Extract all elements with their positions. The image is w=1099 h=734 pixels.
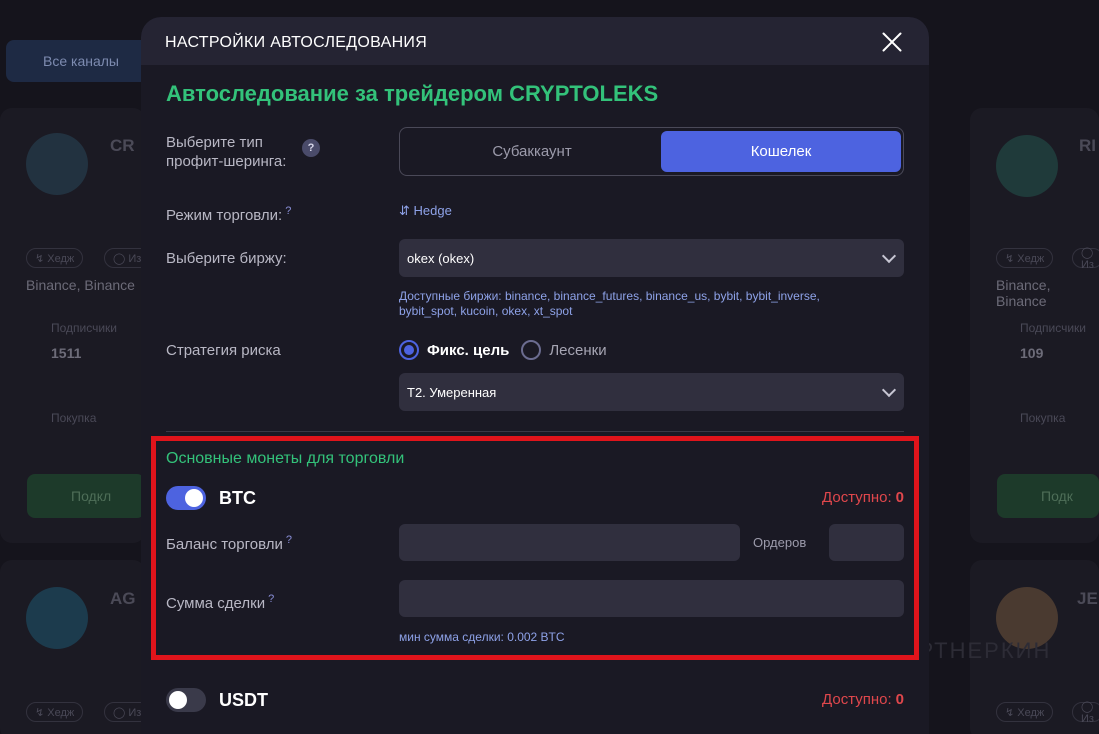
available-exchanges-text: Доступные биржи: binance, binance_future… [399,289,820,318]
close-icon[interactable] [881,31,903,53]
btc-available: Доступно: 0 [822,489,904,506]
usdt-available: Доступно: 0 [822,691,904,708]
min-deal-sum-text: мин сумма сделки: 0.002 BTC [399,630,565,644]
orders-label: Ордеров [753,535,807,550]
option-wallet[interactable]: Кошелек [661,131,901,172]
subscribers-value: 1511 [51,345,82,361]
risk-level-select-value: T2. Умеренная [407,384,497,400]
balance-input[interactable] [399,524,740,561]
avatar [996,135,1058,197]
profit-sharing-label-line2: профит-шеринга: [166,153,287,170]
trader-name: AG [110,589,136,608]
trader-name: CR [110,136,135,155]
radio-ladders-label[interactable]: Лесенки [549,342,606,359]
help-icon[interactable]: ? [268,593,274,605]
isolated-chip: ◯ Из [1072,247,1099,271]
btc-available-value: 0 [895,489,904,506]
trader-name: RI [1079,136,1096,155]
usdt-available-value: 0 [895,691,904,708]
coin-row-btc: BTC [166,486,256,510]
trading-mode-value: ⇵ Hedge [399,203,452,218]
exchanges-text: Binance, Binance [26,277,135,293]
hedge-chip: ↯ Хедж [996,248,1054,268]
trading-mode-label-text: Режим торговли: [166,207,283,224]
help-icon[interactable]: ? [302,139,320,157]
exchange-select-value: okex (okex) [407,250,475,266]
radio-fixed-target[interactable] [399,340,419,360]
hedge-chip: ↯ Хедж [26,248,84,268]
coin-row-usdt: USDT [166,688,268,712]
profit-sharing-label-line1: Выберите тип [166,134,263,151]
autofollow-settings-modal: НАСТРОЙКИ АВТОСЛЕДОВАНИЯ Автоследование … [141,17,929,734]
option-subaccount[interactable]: Субаккаунт [412,131,652,172]
balance-label: Баланс торговли? [166,531,292,554]
deal-sum-input[interactable] [399,580,904,617]
toggle-knob [169,691,187,709]
help-icon[interactable]: ? [286,534,292,546]
buy-label: Покупка [51,411,97,425]
radio-fixed-target-label[interactable]: Фикс. цель [427,342,509,359]
subscribers-label: Подписчики [51,321,118,335]
connect-button[interactable]: Подк [997,474,1099,518]
deal-sum-label-text: Сумма сделки [166,595,266,612]
divider [166,431,904,432]
balance-label-text: Баланс торговли [166,536,283,553]
help-icon[interactable]: ? [285,205,291,217]
trader-name: JE [1077,589,1098,608]
hedge-chip: ↯ Хедж [996,702,1054,722]
subscribers-label: Подписчики [1020,321,1087,335]
hedge-chip: ↯ Хедж [26,702,84,722]
avatar [26,587,88,649]
main-coins-title: Основные монеты для торговли [166,450,405,467]
usdt-toggle[interactable] [166,688,206,712]
subscribers-value: 109 [1020,345,1044,361]
exchange-label: Выберите биржу: [166,250,287,267]
deal-sum-label: Сумма сделки? [166,590,274,613]
exchange-select[interactable]: okex (okex) [399,239,904,277]
trading-mode-label: Режим торговли:? [166,202,291,225]
profit-sharing-label: Выберите тип профит-шеринга: [166,133,286,171]
usdt-available-label: Доступно: [822,691,892,708]
chevron-down-icon [881,382,897,398]
page-title: Автоследование за трейдером CRYPTOLEKS [166,81,659,106]
toggle-knob [185,489,203,507]
exchanges-text: Binance, Binance [996,277,1051,309]
modal-title: НАСТРОЙКИ АВТОСЛЕДОВАНИЯ [165,34,428,51]
buy-label: Покупка [1020,411,1066,425]
connect-button[interactable]: Подкл [27,474,145,518]
risk-level-select[interactable]: T2. Умеренная [399,373,904,411]
tab-all-channels[interactable]: Все каналы [6,40,156,82]
risk-strategy-radios: Фикс. цель Лесенки [399,340,619,360]
coin-name-btc: BTC [219,487,256,508]
modal-header: НАСТРОЙКИ АВТОСЛЕДОВАНИЯ [141,17,929,65]
btc-available-label: Доступно: [822,489,892,506]
btc-toggle[interactable] [166,486,206,510]
chevron-down-icon [881,248,897,264]
coin-name-usdt: USDT [219,689,268,710]
avatar [26,133,88,195]
radio-ladders[interactable] [521,340,542,360]
risk-strategy-label: Стратегия риска [166,342,281,359]
orders-input[interactable] [829,524,904,561]
profit-sharing-toggle: Субаккаунт Кошелек [399,127,904,176]
isolated-chip: ◯ Из [1072,701,1099,725]
